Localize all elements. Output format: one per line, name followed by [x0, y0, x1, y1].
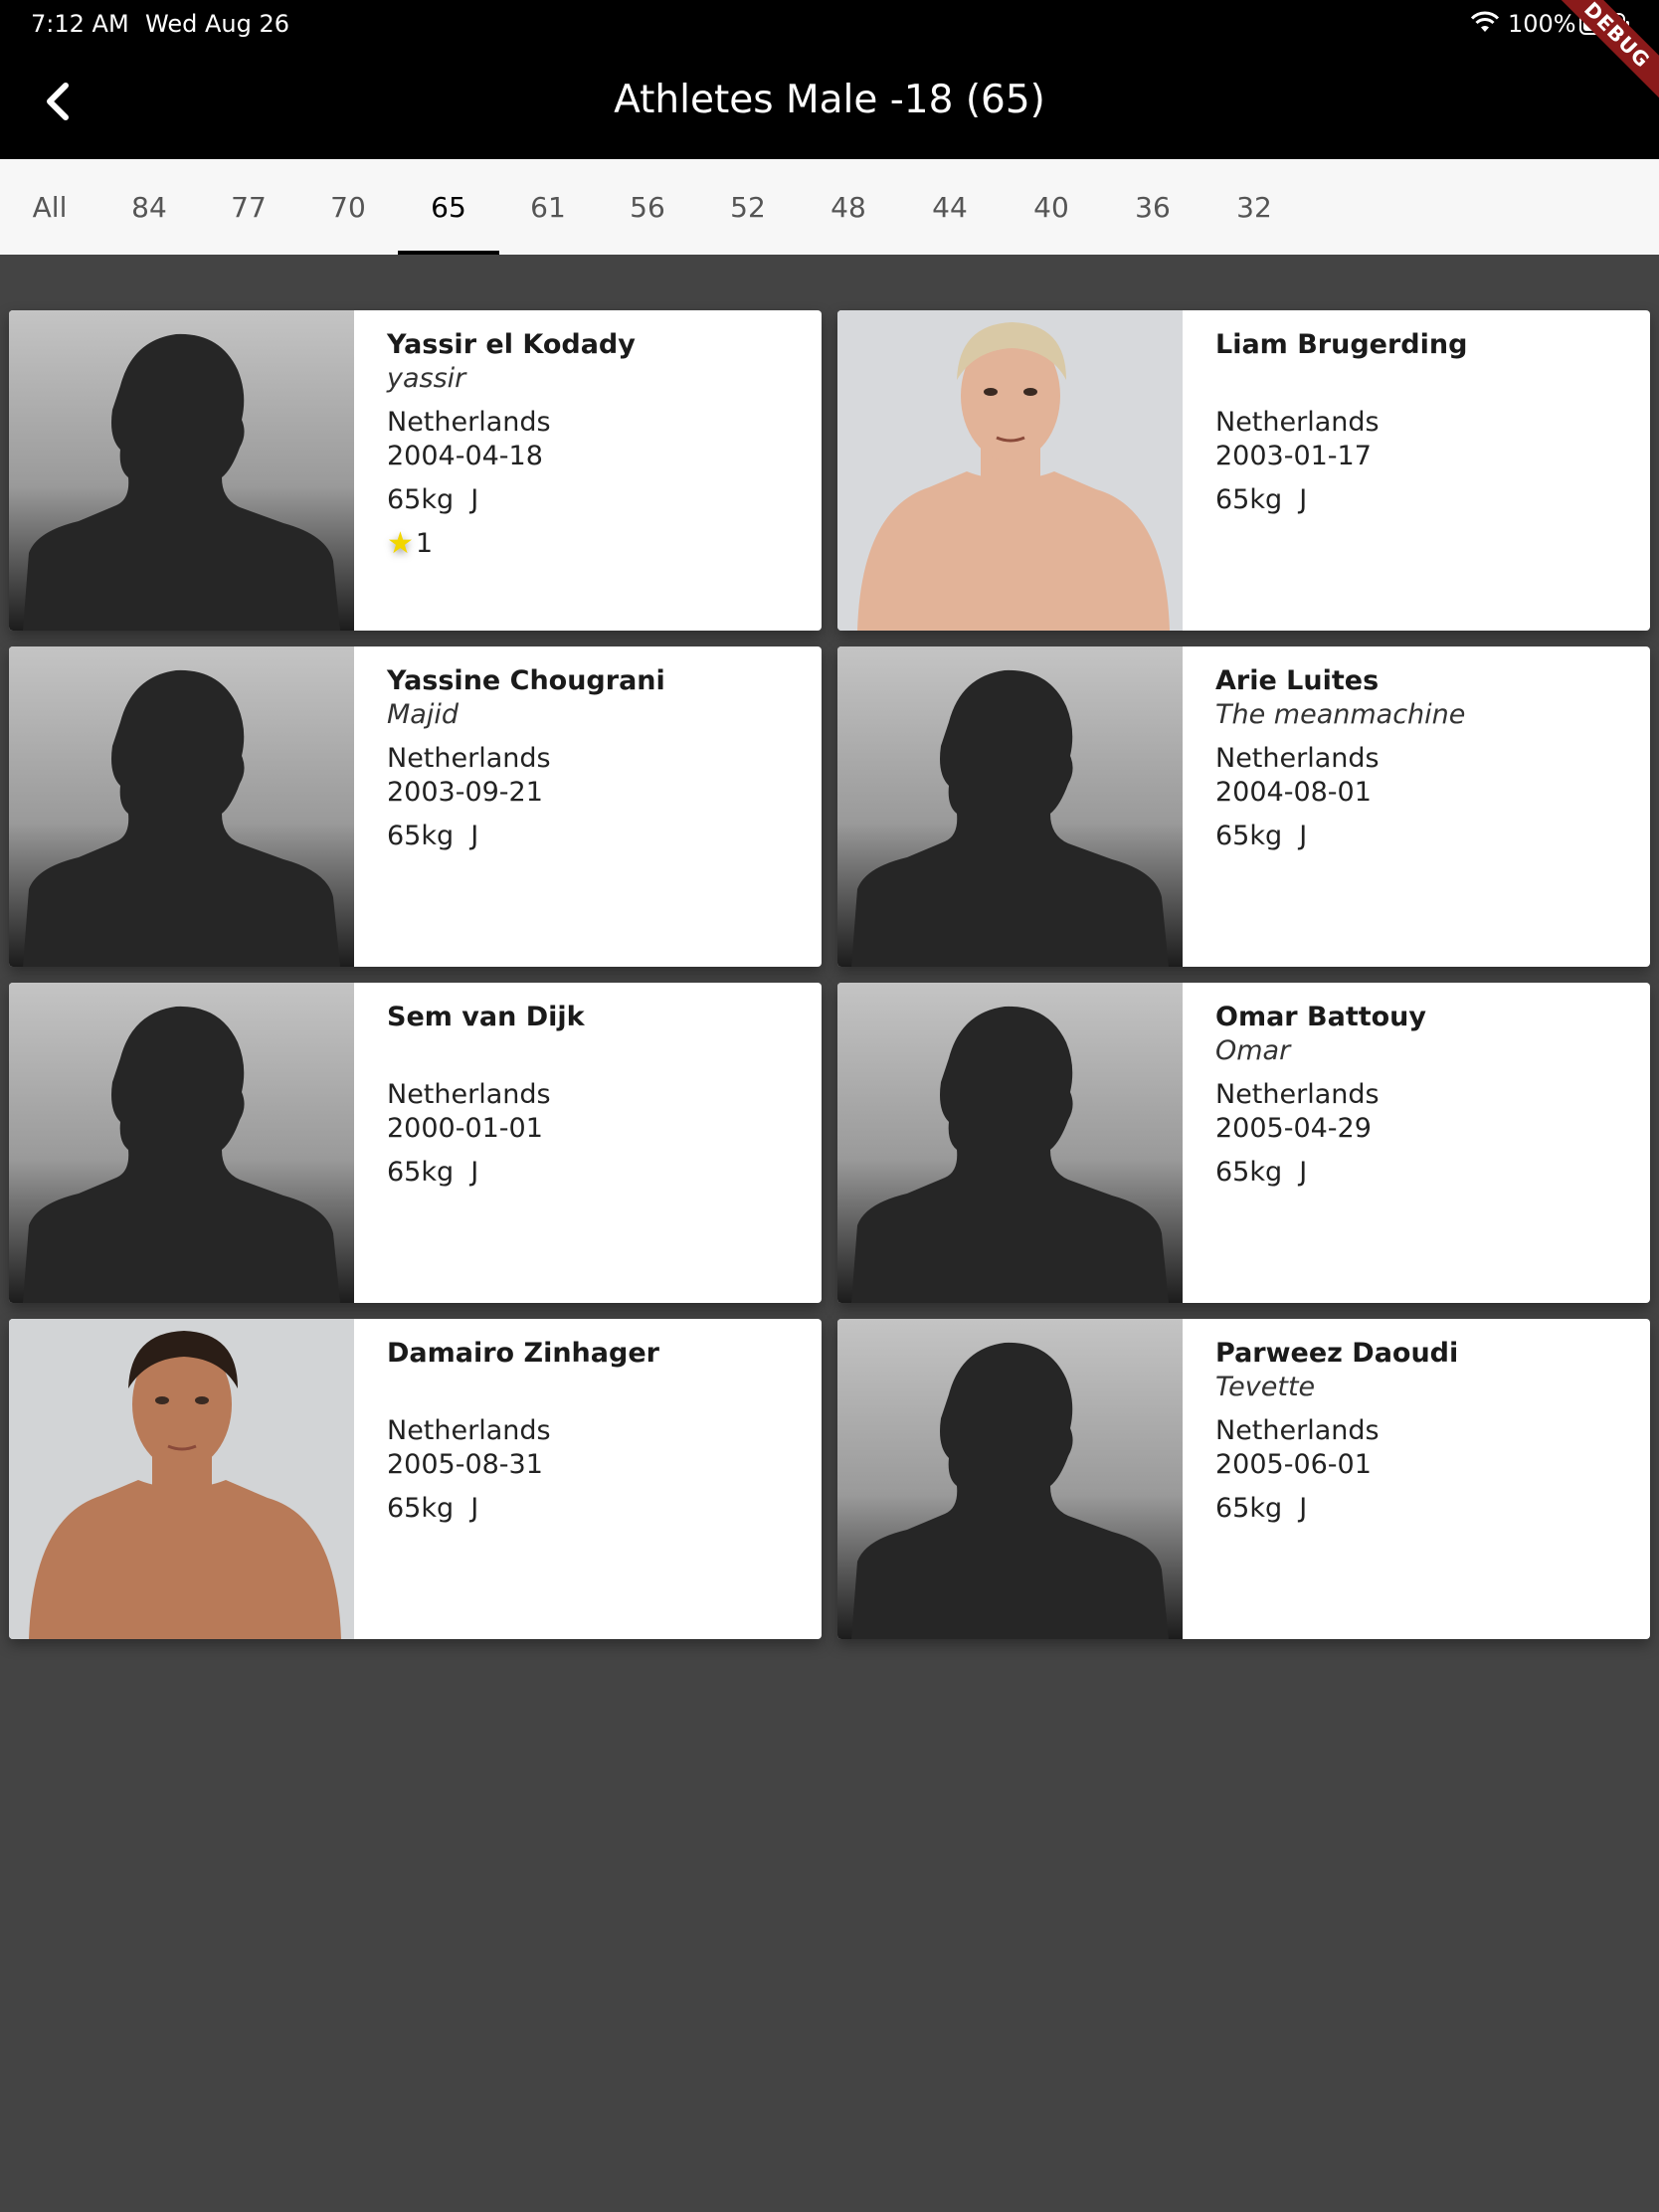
- avatar-silhouette-icon: [837, 1319, 1183, 1639]
- athlete-info: Yassine Chougrani Majid Netherlands 2003-09…: [354, 646, 665, 967]
- tab-77[interactable]: 77: [199, 159, 298, 255]
- avatar-silhouette-icon: [837, 983, 1183, 1303]
- athlete-photo: [837, 983, 1183, 1303]
- athlete-weight-class: 65kg J: [387, 1157, 479, 1188]
- athlete-name: Omar Battouy: [1215, 1002, 1427, 1032]
- athlete-nickname: Tevette: [1215, 1372, 1316, 1402]
- athlete-country: Netherlands: [1215, 407, 1380, 438]
- athlete-country: Netherlands: [387, 1415, 551, 1446]
- athlete-weight-class: 65kg J: [1215, 821, 1308, 851]
- tab-44[interactable]: 44: [899, 159, 1001, 255]
- athlete-nickname: yassir: [387, 363, 466, 394]
- athlete-name: Yassine Chougrani: [387, 665, 665, 696]
- athlete-info: Omar Battouy Omar Netherlands 2005-04-29 65k…: [1183, 983, 1426, 1303]
- athlete-photo: [9, 983, 354, 1303]
- athlete-country: Netherlands: [1215, 743, 1380, 774]
- athlete-info: Liam Brugerding Netherlands 2003-01-17 65kg…: [1183, 310, 1467, 631]
- athlete-nickname: [387, 1371, 659, 1404]
- app-bar: Athletes Male -18 (65): [0, 48, 1659, 159]
- weight-class-tabs: All 84 77 70 65 61 56 52 48 44 40 36 32: [0, 159, 1659, 255]
- athlete-nickname: Majid: [387, 699, 459, 730]
- athlete-card[interactable]: Liam Brugerding Netherlands 2003-01-17 65kg…: [837, 310, 1650, 631]
- athlete-birthdate: 2004-04-18: [387, 441, 543, 471]
- athlete-photo: [9, 646, 354, 967]
- athlete-birthdate: 2003-09-21: [387, 777, 543, 808]
- athlete-nickname: [387, 1034, 585, 1068]
- athlete-rank: ★ 1: [387, 527, 636, 561]
- status-time: 7:12 AM: [31, 10, 129, 38]
- athlete-country: Netherlands: [1215, 1079, 1380, 1110]
- page-title: Athletes Male -18 (65): [614, 78, 1045, 122]
- tab-56[interactable]: 56: [597, 159, 698, 255]
- athlete-info: Sem van Dijk Netherlands 2000-01-01 65kg J: [354, 983, 585, 1303]
- tab-32[interactable]: 32: [1203, 159, 1305, 255]
- athlete-info: Parweez Daoudi Tevette Netherlands 2005-06-…: [1183, 1319, 1458, 1639]
- athlete-country: Netherlands: [387, 407, 551, 438]
- tab-84[interactable]: 84: [99, 159, 199, 255]
- athlete-card[interactable]: Omar Battouy Omar Netherlands 2005-04-29 65k…: [837, 983, 1650, 1303]
- athlete-country: Netherlands: [387, 743, 551, 774]
- athlete-name: Sem van Dijk: [387, 1002, 585, 1032]
- athlete-nickname: The meanmachine: [1215, 699, 1466, 730]
- athlete-birthdate: 2000-01-01: [387, 1113, 543, 1144]
- athlete-photo: [9, 1319, 354, 1639]
- star-icon: ★: [387, 526, 414, 561]
- athlete-birthdate: 2005-08-31: [387, 1449, 543, 1480]
- tab-52[interactable]: 52: [698, 159, 798, 255]
- athlete-weight-class: 65kg J: [387, 484, 479, 515]
- athlete-photo: [837, 1319, 1183, 1639]
- athlete-name: Liam Brugerding: [1215, 329, 1468, 360]
- avatar-silhouette-icon: [9, 310, 354, 631]
- athlete-weight-class: 65kg J: [387, 1493, 479, 1524]
- athlete-weight-class: 65kg J: [1215, 1493, 1308, 1524]
- status-bar: 7:12 AM Wed Aug 26 100%: [0, 0, 1659, 48]
- athlete-birthdate: 2004-08-01: [1215, 777, 1372, 808]
- tab-all[interactable]: All: [0, 159, 99, 255]
- athlete-info: Arie Luites The meanmachine Netherlands 200…: [1183, 646, 1465, 967]
- battery-percent: 100%: [1508, 10, 1576, 38]
- athlete-card[interactable]: Yassine Chougrani Majid Netherlands 2003-09…: [9, 646, 822, 967]
- athlete-card[interactable]: Arie Luites The meanmachine Netherlands 200…: [837, 646, 1650, 967]
- athlete-card[interactable]: Damairo Zinhager Netherlands 2005-08-31 65k…: [9, 1319, 822, 1639]
- athlete-info: Damairo Zinhager Netherlands 2005-08-31 65k…: [354, 1319, 659, 1639]
- tab-40[interactable]: 40: [1001, 159, 1102, 255]
- avatar-silhouette-icon: [9, 983, 354, 1303]
- athlete-photo-icon: [837, 310, 1183, 631]
- athlete-photo: [837, 310, 1183, 631]
- avatar-silhouette-icon: [9, 646, 354, 967]
- tab-36[interactable]: 36: [1102, 159, 1203, 255]
- athlete-info: Yassir el Kodady yassir Netherlands 2004-04…: [354, 310, 636, 631]
- athlete-birthdate: 2005-04-29: [1215, 1113, 1372, 1144]
- athlete-grid: Yassir el Kodady yassir Netherlands 2004-04…: [9, 310, 1650, 1639]
- app-screen: 7:12 AM Wed Aug 26 100% DEBUG Athletes M…: [0, 0, 1659, 2212]
- athlete-card[interactable]: Sem van Dijk Netherlands 2000-01-01 65kg J: [9, 983, 822, 1303]
- avatar-silhouette-icon: [837, 646, 1183, 967]
- athlete-nickname: [1215, 362, 1467, 396]
- athlete-country: Netherlands: [1215, 1415, 1380, 1446]
- rank-value: 1: [415, 528, 434, 559]
- athlete-birthdate: 2003-01-17: [1215, 441, 1372, 471]
- athlete-name: Parweez Daoudi: [1215, 1338, 1459, 1369]
- athlete-weight-class: 65kg J: [1215, 1157, 1308, 1188]
- status-date: Wed Aug 26: [145, 10, 289, 38]
- athlete-photo: [9, 310, 354, 631]
- athlete-photo-icon: [9, 1319, 354, 1639]
- athlete-name: Arie Luites: [1215, 665, 1380, 696]
- athlete-country: Netherlands: [387, 1079, 551, 1110]
- athlete-birthdate: 2005-06-01: [1215, 1449, 1372, 1480]
- tab-48[interactable]: 48: [798, 159, 899, 255]
- athlete-nickname: Omar: [1215, 1035, 1291, 1066]
- tab-70[interactable]: 70: [298, 159, 398, 255]
- athlete-photo: [837, 646, 1183, 967]
- tab-61[interactable]: 61: [499, 159, 597, 255]
- wifi-icon: [1470, 11, 1500, 32]
- athlete-card[interactable]: Yassir el Kodady yassir Netherlands 2004-04…: [9, 310, 822, 631]
- athlete-card[interactable]: Parweez Daoudi Tevette Netherlands 2005-06-…: [837, 1319, 1650, 1639]
- athlete-name: Damairo Zinhager: [387, 1338, 659, 1369]
- tab-65[interactable]: 65: [398, 159, 499, 255]
- athlete-weight-class: 65kg J: [387, 821, 479, 851]
- athlete-name: Yassir el Kodady: [387, 329, 636, 360]
- athlete-weight-class: 65kg J: [1215, 484, 1308, 515]
